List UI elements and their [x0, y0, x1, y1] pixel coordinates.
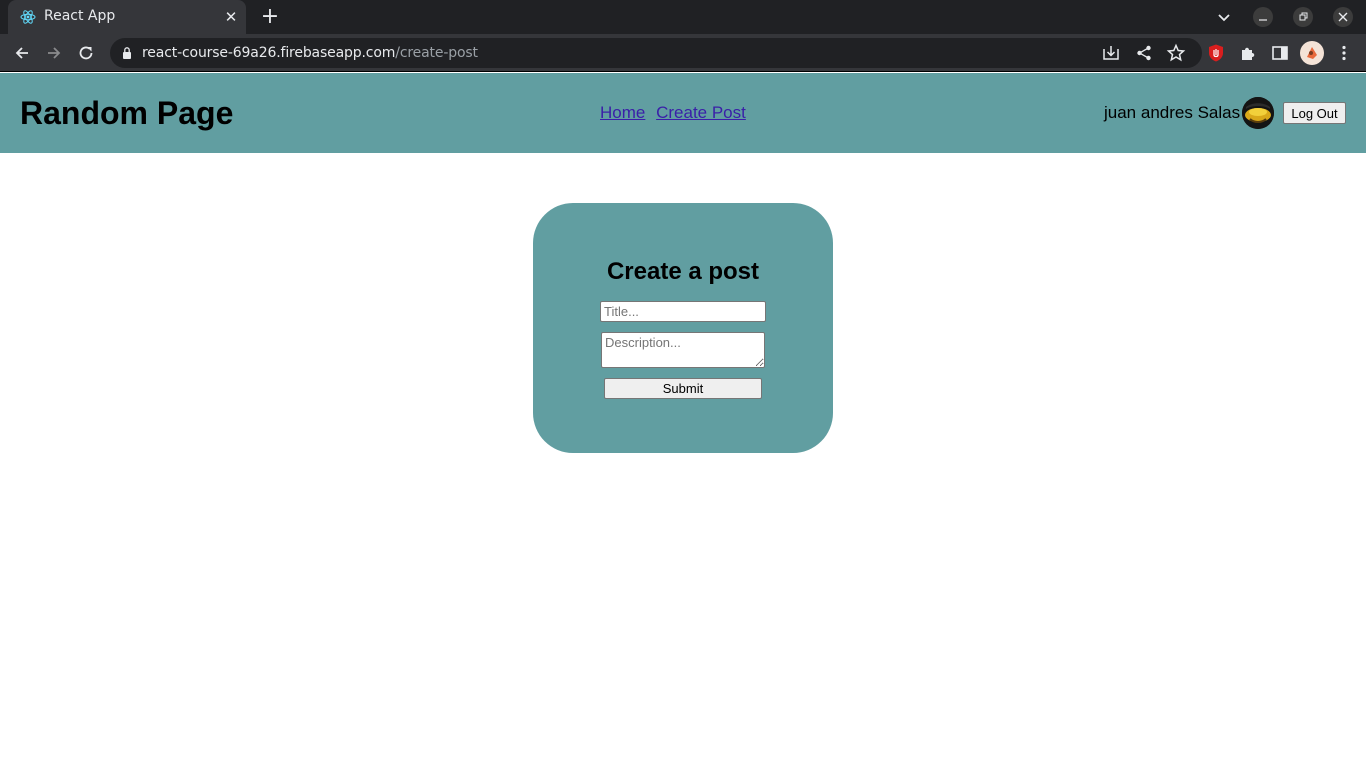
browser-tab[interactable]: React App ✕ [8, 0, 246, 34]
tab-title: React App [44, 8, 116, 24]
create-post-card: Create a post Submit [533, 203, 833, 453]
site-navbar: Random Page Home Create Post juan andres… [0, 73, 1366, 153]
new-tab-icon[interactable]: + [258, 5, 282, 29]
url-domain: react-course-69a26.firebaseapp.com [142, 45, 396, 61]
install-app-icon[interactable] [1101, 43, 1121, 63]
extension-shield-icon[interactable] [1206, 43, 1226, 63]
user-name: juan andres Salas [1104, 103, 1241, 122]
restore-icon[interactable] [1293, 7, 1313, 27]
form-heading: Create a post [606, 258, 760, 285]
title-input[interactable] [600, 301, 766, 322]
back-arrow-icon[interactable] [12, 43, 32, 63]
minimize-icon[interactable] [1253, 7, 1273, 27]
logout-button[interactable]: Log Out [1283, 102, 1346, 124]
side-panel-icon[interactable] [1270, 43, 1290, 63]
lock-icon[interactable] [122, 46, 132, 60]
puzzle-extensions-icon[interactable] [1238, 43, 1258, 63]
address-bar[interactable]: react-course-69a26.firebaseapp.com/creat… [110, 38, 1202, 68]
tab-close-icon[interactable]: ✕ [222, 8, 240, 26]
close-window-icon[interactable] [1333, 7, 1353, 27]
submit-button[interactable]: Submit [604, 378, 762, 399]
reload-icon[interactable] [76, 43, 96, 63]
description-textarea[interactable] [601, 332, 765, 368]
profile-avatar-icon[interactable] [1300, 41, 1324, 65]
url-text[interactable]: react-course-69a26.firebaseapp.com/creat… [142, 45, 478, 61]
forward-arrow-icon[interactable] [44, 43, 64, 63]
react-favicon [20, 10, 36, 24]
url-path: /create-post [395, 45, 478, 61]
share-icon[interactable] [1134, 43, 1154, 63]
page-content: Random Page Home Create Post juan andres… [0, 73, 1366, 768]
user-avatar [1242, 97, 1274, 129]
star-bookmark-icon[interactable] [1166, 43, 1186, 63]
browser-tab-bar: React App ✕ + [0, 0, 1366, 34]
nav-link-home[interactable]: Home [600, 103, 645, 122]
browser-toolbar: react-course-69a26.firebaseapp.com/creat… [0, 34, 1366, 72]
site-brand: Random Page [20, 95, 234, 131]
chevron-down-icon[interactable] [1214, 7, 1234, 27]
nav-links: Home Create Post [600, 103, 752, 123]
nav-link-create-post[interactable]: Create Post [656, 103, 746, 122]
kebab-menu-icon[interactable] [1334, 43, 1354, 63]
